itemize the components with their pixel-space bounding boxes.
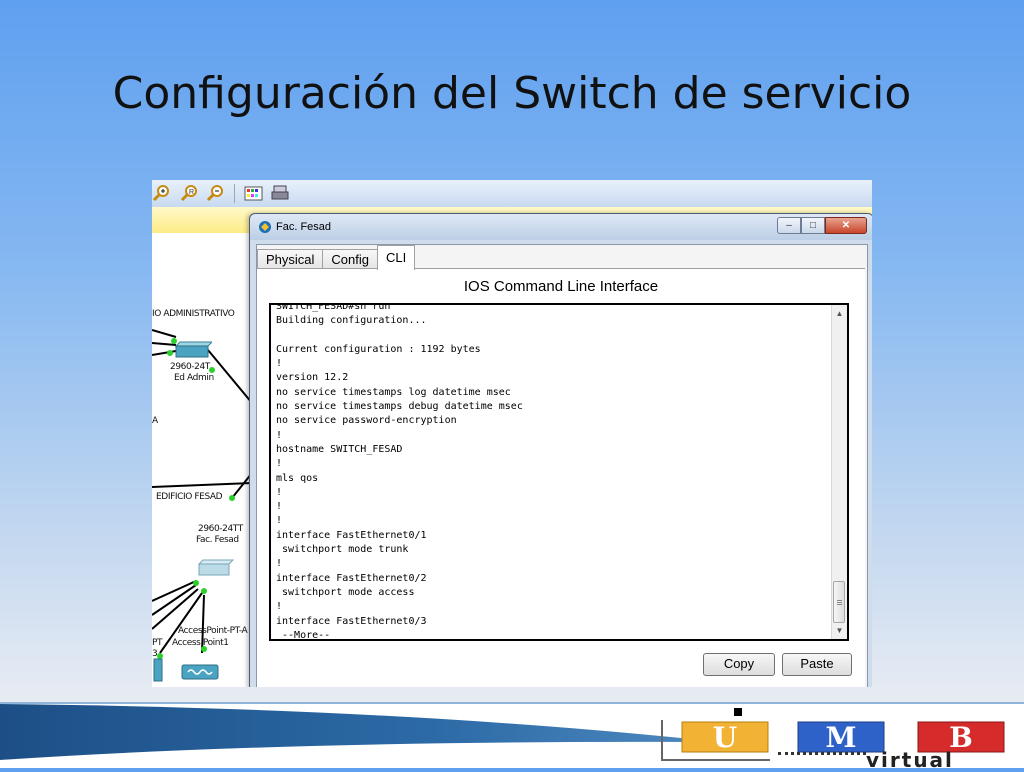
switch-fesad-name-label: Fac. Fesad	[196, 535, 239, 545]
topology-links	[152, 329, 252, 659]
access-point-icon[interactable]	[180, 661, 220, 683]
terminal-scrollbar[interactable]: ▲ ▼	[831, 305, 847, 639]
toolbar-separator	[234, 184, 235, 203]
window-body: Physical Config CLI IOS Command Line Int…	[256, 244, 868, 687]
palette-icon[interactable]	[244, 183, 264, 203]
tab-config[interactable]: Config	[322, 249, 378, 270]
switch-admin-model-label: 2960-24T	[170, 362, 210, 372]
scrollbar-thumb[interactable]	[833, 581, 845, 623]
cli-heading: IOS Command Line Interface	[463, 278, 659, 295]
zoom-reset-icon[interactable]: R	[180, 183, 200, 203]
packet-tracer-app-icon	[259, 221, 271, 233]
window-title: Fac. Fesad	[276, 221, 332, 233]
minimize-button[interactable]: –	[777, 217, 801, 234]
logo-letter-u: U	[712, 721, 738, 754]
building-admin-label: IO ADMINISTRATIVO	[152, 309, 235, 319]
building-fesad-label: EDIFICIO FESAD	[156, 492, 223, 502]
ap-model-label: AccessPoint-PT-A	[178, 626, 248, 636]
zoom-in-icon[interactable]	[152, 183, 172, 203]
ap-name-label: Access Point1	[172, 638, 229, 648]
switch-fesad-model-label: 2960-24TT	[198, 524, 243, 534]
copy-button[interactable]: Copy	[703, 653, 775, 676]
close-button[interactable]: ✕	[825, 217, 867, 234]
window-controls: – □ ✕	[777, 217, 867, 235]
zoom-out-icon[interactable]	[206, 183, 226, 203]
end-device-icon[interactable]	[152, 657, 164, 683]
cut-label-pt: PT	[152, 638, 163, 648]
scroll-up-icon[interactable]: ▲	[832, 306, 847, 321]
switch-fac-fesad-icon[interactable]	[196, 558, 234, 578]
svg-text:R: R	[189, 189, 194, 196]
cut-label-3: 3	[152, 649, 158, 659]
device-window: Fac. Fesad – □ ✕ Physical Config CLI IOS…	[249, 213, 872, 687]
cut-label-a: A	[152, 416, 158, 426]
cli-terminal[interactable]: SWITCH_FESAD#sh run Building configurati…	[269, 303, 849, 641]
main-toolbar: R	[152, 180, 872, 208]
window-titlebar[interactable]: Fac. Fesad – □ ✕	[250, 214, 872, 240]
scroll-down-icon[interactable]: ▼	[832, 623, 847, 638]
packet-tracer-screenshot: R IO ADMINISTRATIVO 2960-24T Ed Admin A …	[152, 180, 872, 687]
paste-button[interactable]: Paste	[782, 653, 852, 676]
tab-bar: Physical Config CLI	[257, 245, 416, 270]
custom-device-icon[interactable]	[270, 183, 290, 203]
slide-title: Configuración del Switch de servicio	[112, 68, 912, 119]
cli-panel: IOS Command Line Interface SWITCH_FESAD#…	[257, 268, 865, 687]
logo-virtual-text: virtual	[866, 748, 954, 772]
terminal-output: SWITCH_FESAD#sh run Building configurati…	[276, 303, 523, 641]
switch-admin-name-label: Ed Admin	[174, 373, 214, 383]
logo-dots	[778, 752, 866, 759]
topology-canvas[interactable]: IO ADMINISTRATIVO 2960-24T Ed Admin A ED…	[152, 233, 252, 687]
maximize-button[interactable]: □	[801, 217, 825, 234]
tab-physical[interactable]: Physical	[257, 249, 324, 270]
umb-virtual-logo: U M B virtual	[660, 708, 1024, 772]
switch-ed-admin-icon[interactable]	[172, 340, 212, 360]
tab-cli[interactable]: CLI	[377, 245, 416, 270]
